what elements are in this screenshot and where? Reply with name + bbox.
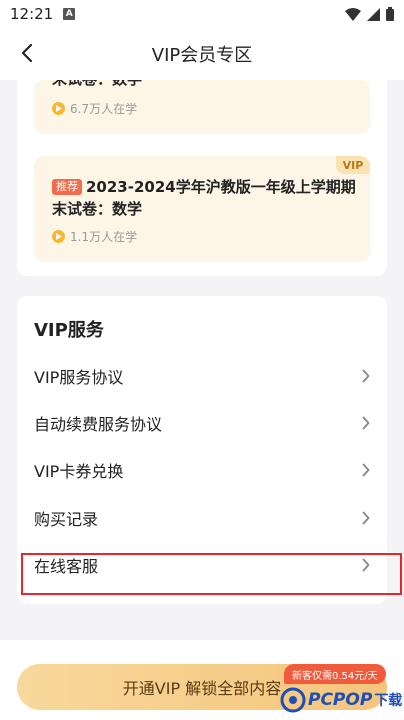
play-icon — [52, 230, 65, 243]
course-list-card: 末试卷：数学 6.7万人在学 VIP 推荐2023-2024学年沪教版一年级上学… — [17, 80, 387, 276]
course-item[interactable]: VIP 推荐 2023-2024学年沪教版一年级上学期期末试卷：数学 1.1万人在… — [34, 156, 370, 262]
learners-count: 6.7万人在学 — [52, 100, 137, 117]
learners-count: 1.1万人在学 — [52, 228, 137, 245]
service-item-purchase-history[interactable]: 购买记录 — [17, 498, 387, 538]
recommend-tag: 推荐 — [52, 179, 82, 195]
signal-icon — [367, 7, 380, 21]
wifi-icon — [345, 7, 361, 21]
chevron-right-icon — [362, 463, 370, 477]
service-item-coupon[interactable]: VIP卡券兑换 — [17, 450, 387, 490]
chevron-right-icon — [362, 511, 370, 525]
nav-bar: VIP会员专区 — [0, 28, 404, 80]
notification-icon: A — [63, 8, 76, 20]
pcpop-logo-icon — [280, 687, 306, 713]
play-icon — [52, 102, 65, 115]
service-label: 自动续费服务协议 — [34, 415, 163, 434]
service-label: 购买记录 — [34, 510, 99, 529]
watermark-suffix: 下载 — [374, 693, 403, 709]
status-bar: 12:21 A — [0, 0, 404, 28]
chevron-right-icon — [362, 558, 370, 572]
battery-icon — [386, 7, 394, 21]
service-label: VIP服务协议 — [34, 368, 124, 387]
learners-text: 1.1万人在学 — [70, 230, 138, 244]
course-item[interactable]: 末试卷：数学 6.7万人在学 — [34, 80, 370, 134]
status-time: 12:21 — [10, 5, 54, 23]
course-title: 推荐 2023-2024学年沪教版一年级上学期期末试卷：数学 — [52, 176, 362, 220]
vip-services-card: VIP服务 VIP服务协议 自动续费服务协议 VIP卡券兑换 购买记录 在线客服 — [17, 296, 387, 604]
chevron-left-icon — [21, 43, 33, 63]
learners-text: 6.7万人在学 — [70, 102, 138, 116]
service-label: VIP卡券兑换 — [34, 462, 124, 481]
watermark-brand: PCPOP — [308, 690, 373, 710]
service-item-online-support[interactable]: 在线客服 — [17, 545, 387, 585]
services-header: VIP服务 — [34, 320, 104, 341]
chevron-right-icon — [362, 416, 370, 430]
promo-badge: 新客仅需0.54元/天 — [284, 664, 386, 684]
service-item-agreement[interactable]: VIP服务协议 — [17, 356, 387, 396]
watermark-logo: PCPOP 下载 — [280, 682, 404, 718]
page-title: VIP会员专区 — [151, 45, 253, 66]
service-item-auto-renew[interactable]: 自动续费服务协议 — [17, 403, 387, 443]
course-title-text: 2023-2024学年沪教版一年级上学期期末试卷：数学 — [52, 178, 356, 218]
chevron-right-icon — [362, 369, 370, 383]
vip-badge: VIP — [336, 156, 370, 174]
service-label: 在线客服 — [34, 557, 99, 576]
status-indicators — [345, 7, 394, 21]
back-button[interactable] — [12, 38, 42, 68]
